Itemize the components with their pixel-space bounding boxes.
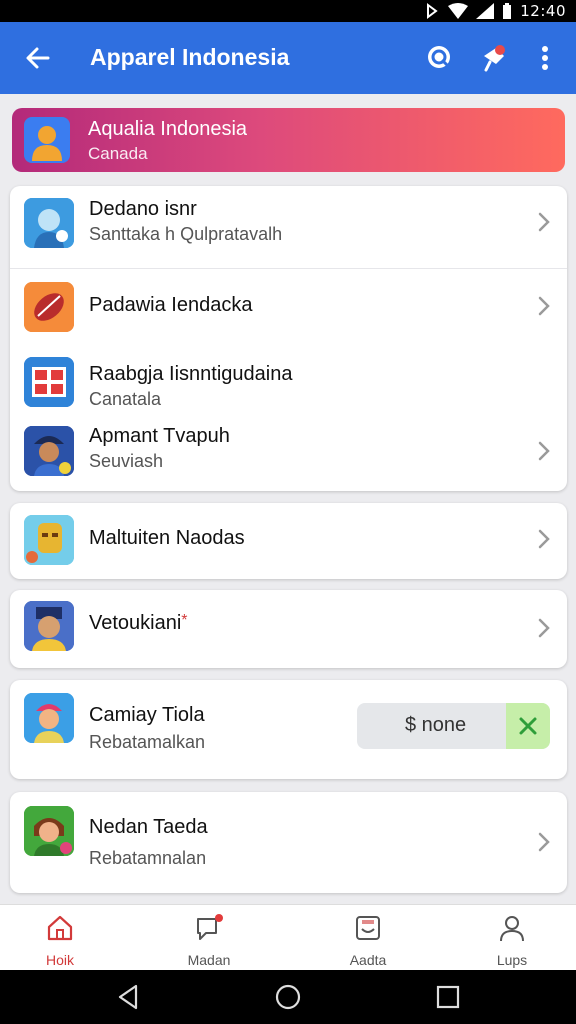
recents-square-icon[interactable] [433,982,463,1012]
chevron-right-icon [538,618,550,638]
back-button[interactable] [20,40,56,76]
card-group-3: Vetoukiani* [10,590,567,668]
banner-title: Aqualia Indonesia [88,118,248,140]
chevron-right-icon [538,529,550,549]
list-item-title: Nedan Taeda [89,816,208,838]
avatar [24,117,70,163]
character-icon [24,515,74,565]
banner-subtitle: Canada [88,144,148,163]
battery-icon [503,3,512,19]
nav-label: Lups [496,952,528,968]
status-bar: 12:40 [0,0,576,22]
nav-label: Hoik [45,952,74,968]
list-item[interactable]: Apmant Tvapuh Seuviash [10,415,567,491]
close-icon [519,717,537,735]
app-bar: Apparel Indonesia [0,22,576,94]
home-icon [47,915,73,941]
chevron-right-icon [538,296,550,316]
bottom-navigation: Hoik Madan Aadta Lups [0,904,576,970]
chevron-right-icon [538,832,550,852]
list-item-title: Dedano isnr [89,198,197,220]
nav-item-profile[interactable]: Lups [467,913,557,968]
grid-icon [24,357,74,407]
list-item-title: Vetoukiani* [89,612,188,634]
list-item-title: Padawia Iendacka [89,294,253,316]
list-item[interactable]: Maltuiten Naodas [10,503,567,579]
person-avatar-icon [32,126,62,161]
character-icon [24,601,74,651]
character-icon [24,426,74,476]
person-icon [500,916,524,942]
list-item[interactable]: Raabgja Iisnntigudaina Canatala [10,349,567,415]
list-item[interactable]: Padawia Iendacka [10,269,567,349]
list-item-title: Apmant Tvapuh [89,425,230,447]
list-item-subtitle: Rebatamnalan [89,848,207,868]
app-icon [24,601,74,651]
inbox-icon [356,916,380,940]
back-triangle-icon[interactable] [114,982,144,1012]
list-item-title: Raabgja Iisnntigudaina [89,363,293,385]
remove-price-button[interactable] [506,703,550,749]
app-icon [24,693,74,743]
arrow-left-icon [26,47,50,69]
app-icon [24,806,74,856]
nav-item-home[interactable]: Hoik [15,913,105,968]
wifi-icon [448,3,469,19]
list-item-subtitle: Santtaka h Qulpratavalh [89,224,283,244]
app-icon [24,282,74,332]
list-item-subtitle: Canatala [89,389,162,409]
signal-icon [476,3,495,19]
app-icon [24,515,74,565]
home-circle-icon[interactable] [273,982,303,1012]
list-item[interactable]: Dedano isnr Santtaka h Qulpratavalh [10,186,567,268]
search-button[interactable] [422,40,458,76]
list-item-subtitle: Seuviash [89,451,164,471]
character-icon [24,198,74,248]
character-icon [24,806,74,856]
nav-item-inbox[interactable]: Aadta [323,913,413,968]
card-group-2: Maltuiten Naodas [10,503,567,579]
ball-icon [24,282,74,332]
nav-label: Aadta [349,952,387,968]
list-item-subtitle: Rebatamalkan [89,732,206,752]
price-chip[interactable]: $ none [357,703,550,749]
app-icon [24,426,74,476]
pin-icon [484,45,505,72]
search-icon [428,46,450,68]
list-item[interactable]: Vetoukiani* [10,590,567,668]
card-group-1: Dedano isnr Santtaka h Qulpratavalh Pada… [10,186,567,491]
system-navigation-bar [0,970,576,1024]
list-item[interactable]: Nedan Taeda Rebatamnalan [10,792,567,893]
vibrate-icon [427,3,438,19]
list-item-title: Camiay Tiola [89,704,205,726]
nav-item-chat[interactable]: Madan [164,913,254,968]
required-marker: * [181,612,188,629]
chevron-right-icon [538,441,550,461]
chat-icon [197,914,223,940]
list-item-title: Maltuiten Naodas [89,527,245,549]
status-time: 12:40 [520,2,566,20]
more-button[interactable] [527,40,563,76]
pin-button[interactable] [476,40,512,76]
price-label: $ none [405,714,467,736]
app-icon [24,357,74,407]
character-icon [24,693,74,743]
nav-label: Madan [187,952,231,968]
page-title: Apparel Indonesia [90,44,290,70]
app-icon [24,198,74,248]
more-vert-icon [542,46,548,70]
card-group-5: Nedan Taeda Rebatamnalan [10,792,567,893]
chevron-right-icon [538,212,550,232]
featured-banner[interactable]: Aqualia Indonesia Canada [12,108,565,172]
